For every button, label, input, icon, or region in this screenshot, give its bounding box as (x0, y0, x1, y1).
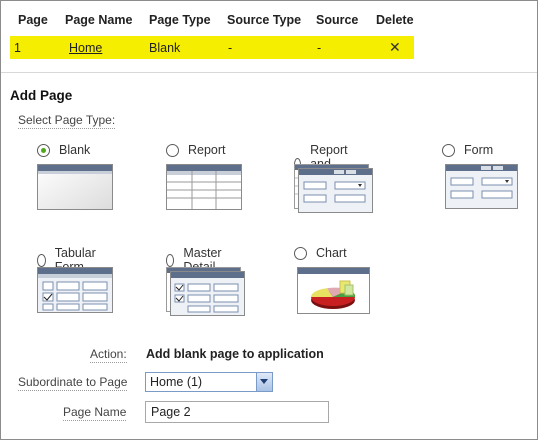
radio-report[interactable]: Report (166, 143, 226, 157)
cell-source-type: - (228, 41, 233, 55)
col-header-page: Page (18, 13, 48, 27)
master-detail-thumbnail-icon[interactable] (166, 267, 246, 317)
delete-row-icon[interactable]: ✕ (389, 39, 401, 56)
col-header-page-name: Page Name (65, 13, 133, 27)
page-name-label: Page Name (63, 405, 127, 421)
col-header-delete: Delete (376, 13, 414, 27)
option-label: Blank (59, 143, 91, 157)
action-label: Action: (90, 347, 127, 363)
subordinate-to-page-select[interactable]: Home (1) (145, 372, 273, 392)
radio-blank[interactable]: Blank (37, 143, 90, 157)
divider (1, 72, 537, 73)
cell-page: 1 (14, 41, 21, 55)
chevron-down-icon[interactable] (256, 373, 272, 391)
col-header-source-type: Source Type (227, 13, 302, 27)
cell-source: - (317, 41, 322, 55)
page-name-input[interactable] (145, 401, 329, 423)
radio-unchecked-icon[interactable] (166, 143, 179, 157)
select-page-type-label: Select Page Type: (18, 113, 116, 129)
tabular-form-thumbnail-icon[interactable] (37, 267, 113, 313)
action-value: Add blank page to application (146, 347, 324, 361)
radio-chart[interactable]: Chart (294, 246, 347, 260)
cell-page-type: Blank (149, 41, 181, 55)
chart-thumbnail-icon[interactable] (297, 267, 373, 315)
select-value: Home (1) (150, 375, 203, 389)
blank-page-thumbnail-icon[interactable] (37, 164, 113, 210)
radio-checked-icon[interactable] (37, 143, 50, 157)
col-header-page-type: Page Type (149, 13, 211, 27)
section-title: Add Page (10, 88, 73, 103)
subordinate-to-page-label: Subordinate to Page (18, 375, 128, 391)
option-label: Chart (316, 246, 347, 260)
col-header-source: Source (316, 13, 359, 27)
report-and-form-thumbnail-icon[interactable] (294, 164, 374, 214)
radio-unchecked-icon[interactable] (37, 253, 46, 267)
home-page-link[interactable]: Home (69, 41, 102, 55)
radio-unchecked-icon[interactable] (294, 246, 307, 260)
option-label: Report (188, 143, 226, 157)
option-label: Form (464, 143, 494, 157)
radio-unchecked-icon[interactable] (166, 253, 175, 267)
radio-unchecked-icon[interactable] (442, 143, 455, 157)
form-thumbnail-icon[interactable] (445, 164, 521, 210)
radio-form[interactable]: Form (442, 143, 493, 157)
report-thumbnail-icon[interactable] (166, 164, 242, 210)
